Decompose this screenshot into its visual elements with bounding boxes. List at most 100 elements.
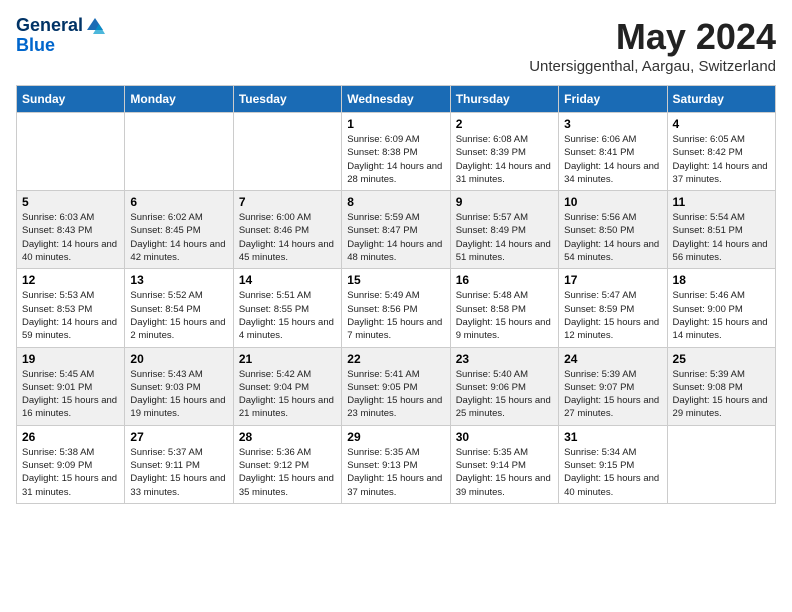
day-number: 17 [564,273,661,287]
day-number: 7 [239,195,336,209]
day-number: 27 [130,430,227,444]
day-info: Sunrise: 5:38 AM Sunset: 9:09 PM Dayligh… [22,446,119,499]
calendar-cell: 6Sunrise: 6:02 AM Sunset: 8:45 PM Daylig… [125,191,233,269]
weekday-header: Saturday [667,86,775,113]
day-number: 5 [22,195,119,209]
day-info: Sunrise: 6:08 AM Sunset: 8:39 PM Dayligh… [456,133,553,186]
calendar-week-row: 1 Sunrise: 6:09 AM Sunset: 8:38 PM Daylig… [17,113,776,191]
day-number: 10 [564,195,661,209]
calendar-cell: 1 Sunrise: 6:09 AM Sunset: 8:38 PM Daylig… [342,113,450,191]
day-info: Sunrise: 5:54 AM Sunset: 8:51 PM Dayligh… [673,211,770,264]
day-info: Sunrise: 6:05 AM Sunset: 8:42 PM Dayligh… [673,133,770,186]
calendar-cell: 28 Sunrise: 5:36 AM Sunset: 9:12 PM Dayli… [233,425,341,503]
day-number: 15 [347,273,444,287]
day-info: Sunrise: 5:57 AM Sunset: 8:49 PM Dayligh… [456,211,553,264]
day-number: 26 [22,430,119,444]
calendar-cell: 13Sunrise: 5:52 AM Sunset: 8:54 PM Dayli… [125,269,233,347]
calendar-cell: 18 Sunrise: 5:46 AM Sunset: 9:00 PM Dayli… [667,269,775,347]
day-info: Sunrise: 6:09 AM Sunset: 8:38 PM Dayligh… [347,133,444,186]
calendar-week-row: 5 Sunrise: 6:03 AM Sunset: 8:43 PM Daylig… [17,191,776,269]
day-number: 14 [239,273,336,287]
calendar-cell: 24 Sunrise: 5:39 AM Sunset: 9:07 PM Dayli… [559,347,667,425]
calendar-cell: 22 Sunrise: 5:41 AM Sunset: 9:05 PM Dayli… [342,347,450,425]
day-number: 19 [22,352,119,366]
calendar-cell: 9 Sunrise: 5:57 AM Sunset: 8:49 PM Daylig… [450,191,558,269]
weekday-header: Wednesday [342,86,450,113]
day-number: 3 [564,117,661,131]
day-info: Sunrise: 5:45 AM Sunset: 9:01 PM Dayligh… [22,368,119,421]
calendar-week-row: 26 Sunrise: 5:38 AM Sunset: 9:09 PM Dayli… [17,425,776,503]
calendar-cell: 14 Sunrise: 5:51 AM Sunset: 8:55 PM Dayli… [233,269,341,347]
day-info: Sunrise: 5:39 AM Sunset: 9:08 PM Dayligh… [673,368,770,421]
calendar-cell: 26 Sunrise: 5:38 AM Sunset: 9:09 PM Dayli… [17,425,125,503]
subtitle: Untersiggenthal, Aargau, Switzerland [529,58,776,75]
calendar-cell: 17 Sunrise: 5:47 AM Sunset: 8:59 PM Dayli… [559,269,667,347]
weekday-header: Thursday [450,86,558,113]
day-number: 13 [130,273,227,287]
day-info: Sunrise: 5:41 AM Sunset: 9:05 PM Dayligh… [347,368,444,421]
calendar-cell: 11Sunrise: 5:54 AM Sunset: 8:51 PM Dayli… [667,191,775,269]
calendar-cell: 4Sunrise: 6:05 AM Sunset: 8:42 PM Daylig… [667,113,775,191]
title-area: May 2024 Untersiggenthal, Aargau, Switze… [529,16,776,75]
weekday-header: Friday [559,86,667,113]
day-info: Sunrise: 6:03 AM Sunset: 8:43 PM Dayligh… [22,211,119,264]
main-title: May 2024 [529,16,776,58]
calendar-cell: 3 Sunrise: 6:06 AM Sunset: 8:41 PM Daylig… [559,113,667,191]
day-info: Sunrise: 5:47 AM Sunset: 8:59 PM Dayligh… [564,289,661,342]
day-info: Sunrise: 5:48 AM Sunset: 8:58 PM Dayligh… [456,289,553,342]
calendar-cell: 8 Sunrise: 5:59 AM Sunset: 8:47 PM Daylig… [342,191,450,269]
calendar-cell: 12 Sunrise: 5:53 AM Sunset: 8:53 PM Dayli… [17,269,125,347]
day-number: 20 [130,352,227,366]
day-info: Sunrise: 5:35 AM Sunset: 9:13 PM Dayligh… [347,446,444,499]
day-info: Sunrise: 5:35 AM Sunset: 9:14 PM Dayligh… [456,446,553,499]
day-info: Sunrise: 5:37 AM Sunset: 9:11 PM Dayligh… [130,446,227,499]
day-number: 8 [347,195,444,209]
calendar-cell [667,425,775,503]
logo: General Blue [16,16,105,56]
calendar-cell [233,113,341,191]
day-number: 12 [22,273,119,287]
header: General Blue May 2024 Untersiggenthal, A… [16,16,776,75]
calendar-week-row: 12 Sunrise: 5:53 AM Sunset: 8:53 PM Dayli… [17,269,776,347]
day-info: Sunrise: 6:06 AM Sunset: 8:41 PM Dayligh… [564,133,661,186]
weekday-header: Tuesday [233,86,341,113]
calendar-cell: 31Sunrise: 5:34 AM Sunset: 9:15 PM Dayli… [559,425,667,503]
calendar-cell: 25 Sunrise: 5:39 AM Sunset: 9:08 PM Dayli… [667,347,775,425]
day-number: 30 [456,430,553,444]
calendar-cell: 5 Sunrise: 6:03 AM Sunset: 8:43 PM Daylig… [17,191,125,269]
day-info: Sunrise: 5:59 AM Sunset: 8:47 PM Dayligh… [347,211,444,264]
calendar-cell: 2 Sunrise: 6:08 AM Sunset: 8:39 PM Daylig… [450,113,558,191]
day-number: 23 [456,352,553,366]
day-info: Sunrise: 5:34 AM Sunset: 9:15 PM Dayligh… [564,446,661,499]
day-info: Sunrise: 5:42 AM Sunset: 9:04 PM Dayligh… [239,368,336,421]
day-number: 16 [456,273,553,287]
day-info: Sunrise: 5:46 AM Sunset: 9:00 PM Dayligh… [673,289,770,342]
day-number: 22 [347,352,444,366]
day-info: Sunrise: 5:53 AM Sunset: 8:53 PM Dayligh… [22,289,119,342]
calendar-cell: 19 Sunrise: 5:45 AM Sunset: 9:01 PM Dayli… [17,347,125,425]
day-info: Sunrise: 5:43 AM Sunset: 9:03 PM Dayligh… [130,368,227,421]
calendar-cell: 21Sunrise: 5:42 AM Sunset: 9:04 PM Dayli… [233,347,341,425]
logo-general: General [16,16,83,36]
day-number: 1 [347,117,444,131]
day-number: 18 [673,273,770,287]
day-info: Sunrise: 5:39 AM Sunset: 9:07 PM Dayligh… [564,368,661,421]
calendar-cell: 15Sunrise: 5:49 AM Sunset: 8:56 PM Dayli… [342,269,450,347]
day-number: 9 [456,195,553,209]
day-info: Sunrise: 6:00 AM Sunset: 8:46 PM Dayligh… [239,211,336,264]
day-info: Sunrise: 5:51 AM Sunset: 8:55 PM Dayligh… [239,289,336,342]
day-number: 28 [239,430,336,444]
logo-blue: Blue [16,36,105,56]
calendar-cell: 10Sunrise: 5:56 AM Sunset: 8:50 PM Dayli… [559,191,667,269]
day-number: 25 [673,352,770,366]
calendar-cell [125,113,233,191]
day-number: 24 [564,352,661,366]
day-info: Sunrise: 5:36 AM Sunset: 9:12 PM Dayligh… [239,446,336,499]
day-number: 6 [130,195,227,209]
weekday-header: Monday [125,86,233,113]
calendar-header-row: SundayMondayTuesdayWednesdayThursdayFrid… [17,86,776,113]
day-number: 2 [456,117,553,131]
day-number: 29 [347,430,444,444]
calendar-cell: 30 Sunrise: 5:35 AM Sunset: 9:14 PM Dayli… [450,425,558,503]
calendar-cell: 20 Sunrise: 5:43 AM Sunset: 9:03 PM Dayli… [125,347,233,425]
